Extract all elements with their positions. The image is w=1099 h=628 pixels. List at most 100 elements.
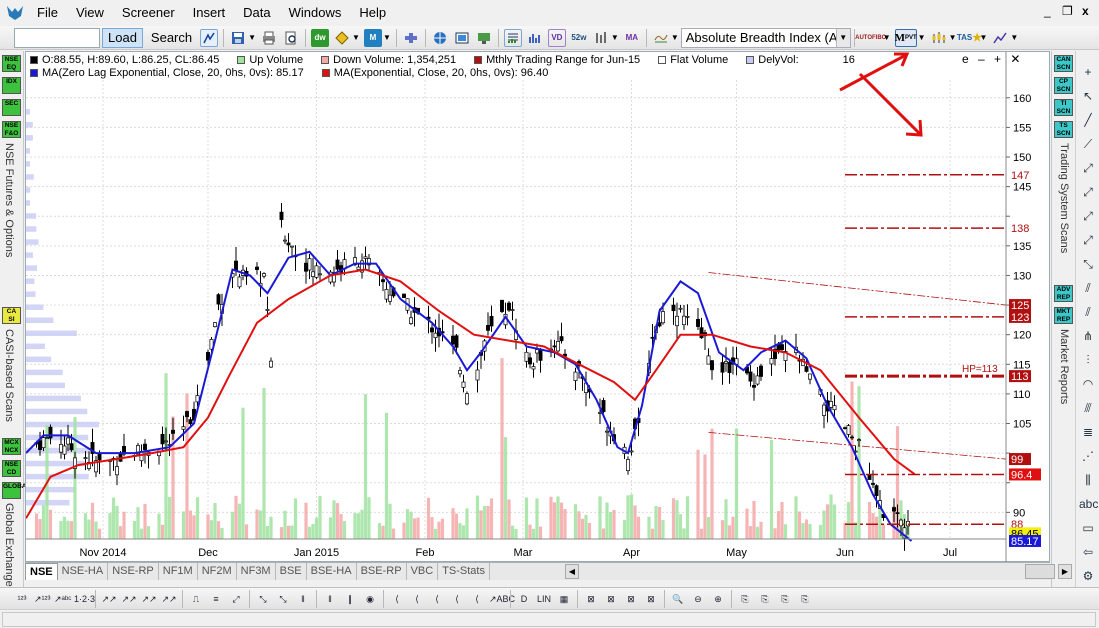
stoploss-line-3-icon[interactable]: ⤢ — [1079, 207, 1097, 225]
overlay-dropdown-icon[interactable]: ▼ — [671, 33, 679, 42]
bottom-tool-icon[interactable]: ⤡ — [275, 591, 291, 607]
menu-data[interactable]: Data — [234, 1, 279, 25]
arc-icon[interactable]: ◠ — [1079, 375, 1097, 393]
bottom-tool-icon[interactable]: ≡ — [208, 591, 224, 607]
casi-scans-label[interactable]: CASI-based Scans — [3, 329, 15, 422]
bottom-tool-icon[interactable]: ⤡ — [255, 591, 271, 607]
can-scn-button[interactable]: CAN SCN — [1054, 55, 1073, 72]
save-dropdown-icon[interactable]: ▼ — [248, 33, 256, 42]
crosshair-icon[interactable]: + — [1079, 63, 1097, 81]
bottom-tool-icon[interactable]: ⊠ — [603, 591, 619, 607]
mkt-rep-button[interactable]: MKT REP — [1054, 307, 1073, 324]
scroll-right-icon[interactable]: ▶ — [1058, 564, 1072, 579]
minimize-button[interactable]: _ — [1044, 4, 1051, 18]
price-chart[interactable]: HP=113 90 105 110 115 120 125 130 135 145 150 155 1… — [25, 52, 1051, 563]
market-watch-dropdown-icon[interactable]: ▼ — [383, 33, 391, 42]
stoploss-line-4-icon[interactable]: ⤢ — [1079, 231, 1097, 249]
scroll-left-icon[interactable]: ◀ — [565, 564, 579, 579]
restore-button[interactable]: ❐ — [1062, 4, 1073, 18]
chart-pane[interactable]: HP=113 90 105 110 115 120 125 130 135 145 150 155 1… — [25, 51, 1051, 563]
bottom-tool-icon[interactable]: ↗↗ — [161, 591, 177, 607]
bottom-tool-icon[interactable]: ⊠ — [643, 591, 659, 607]
symbol-input[interactable] — [14, 27, 100, 48]
bottom-tool-icon[interactable]: ◉ — [362, 591, 378, 607]
fan-lines-icon[interactable]: ⫶ — [1079, 351, 1097, 369]
bottom-tool-icon[interactable]: ¹²³ — [14, 591, 30, 607]
tab-nf1m[interactable]: NF1M — [159, 563, 198, 580]
bottom-tool-icon[interactable]: ⊠ — [623, 591, 639, 607]
bottom-tool-icon[interactable]: ⟨ — [469, 591, 485, 607]
fibonacci-icon[interactable]: ≣ — [1079, 423, 1097, 441]
bottom-tool-icon[interactable]: ‖ — [295, 591, 311, 607]
ma-icon[interactable]: MA — [623, 29, 641, 47]
bottom-tool-icon[interactable]: ▦ — [556, 591, 572, 607]
overlay-icon[interactable] — [652, 29, 670, 47]
idx-button[interactable]: IDX — [2, 77, 21, 94]
candle-pattern-icon[interactable] — [930, 29, 948, 47]
stoploss-line-icon[interactable]: ⤢ — [1079, 159, 1097, 177]
market-watch-icon[interactable]: M — [363, 28, 382, 47]
back-icon[interactable]: ⇦ — [1079, 543, 1097, 561]
menu-windows[interactable]: Windows — [280, 1, 351, 25]
tab-nse-ha[interactable]: NSE-HA — [58, 563, 109, 580]
auto-fibo-icon[interactable]: AUTO FIBO — [855, 29, 886, 47]
bar-chart-icon[interactable] — [592, 29, 610, 47]
global-exchange-label[interactable]: Global Exchange — [3, 503, 15, 587]
menu-insert[interactable]: Insert — [184, 1, 235, 25]
bottom-tool-icon[interactable]: ‖ — [322, 591, 338, 607]
sec-button[interactable]: SEC — [2, 99, 21, 116]
cycle-lines-icon[interactable]: ⫼ — [1079, 471, 1097, 489]
bottom-tool-icon[interactable]: ⎍ — [188, 591, 204, 607]
tab-ts-stats[interactable]: TS-Stats — [438, 563, 490, 580]
bottom-tool-icon[interactable]: ⎘ — [797, 591, 813, 607]
bottom-tool-icon[interactable]: D — [516, 591, 532, 607]
cp-scn-button[interactable]: CP SCN — [1054, 77, 1073, 94]
bottom-tool-icon[interactable]: ↗¹²³ — [34, 591, 51, 607]
ti-scn-button[interactable]: TI SCN — [1054, 99, 1073, 116]
save-icon[interactable] — [229, 29, 247, 47]
load-button[interactable]: Load — [102, 27, 143, 48]
text-tool-icon[interactable]: abc — [1079, 495, 1098, 513]
bottom-tool-icon[interactable]: ⟨ — [389, 591, 405, 607]
data-sync-dropdown-icon[interactable]: ▼ — [352, 33, 360, 42]
vd-icon[interactable]: VD — [547, 28, 566, 47]
bottom-tool-icon[interactable]: ⊕ — [710, 591, 726, 607]
tab-bse-rp[interactable]: BSE-RP — [357, 563, 407, 580]
search-button[interactable]: Search — [145, 28, 198, 48]
bottom-tool-icon[interactable]: ⎘ — [777, 591, 793, 607]
pointer-icon[interactable]: ↖ — [1079, 87, 1097, 105]
speed-lines-icon[interactable]: ⫻ — [1079, 399, 1097, 417]
bottom-tool-icon[interactable]: ↗↗ — [121, 591, 137, 607]
bottom-tool-icon[interactable]: ⟨ — [409, 591, 425, 607]
menu-help[interactable]: Help — [350, 1, 395, 25]
rectangle-icon[interactable]: ▭ — [1079, 519, 1097, 537]
auto-fibo-dropdown-icon[interactable]: ▼ — [883, 33, 891, 42]
bottom-tool-icon[interactable]: ↗ABC — [489, 591, 515, 607]
nse-cd-button[interactable]: NSE CD — [2, 460, 21, 477]
chevron-down-icon[interactable]: ▼ — [835, 28, 850, 47]
bottom-tool-icon[interactable]: ⟨ — [429, 591, 445, 607]
trading-system-scans-label[interactable]: Trading System Scans — [1058, 143, 1070, 253]
bottom-tool-icon[interactable]: ↗ᵃᵇᶜ — [54, 591, 71, 607]
bottom-tool-icon[interactable]: ⎘ — [757, 591, 773, 607]
tab-vbc[interactable]: VBC — [407, 563, 439, 580]
menu-screener[interactable]: Screener — [113, 1, 184, 25]
bottom-tool-icon[interactable]: ⊠ — [583, 591, 599, 607]
hilo-52w-icon[interactable]: 52w — [570, 29, 588, 47]
close-button[interactable]: x — [1082, 4, 1089, 18]
indicator-select[interactable]: Absolute Breadth Index (ABI ▼ — [680, 27, 851, 48]
scanner-icon[interactable] — [453, 29, 471, 47]
scrollbar-thumb[interactable] — [1025, 564, 1055, 579]
print-preview-icon[interactable] — [282, 29, 300, 47]
candle-pattern-dropdown-icon[interactable]: ▼ — [949, 33, 957, 42]
trend-tool-dropdown-icon[interactable]: ▼ — [1010, 33, 1018, 42]
settings-icon[interactable]: ⚙ — [1079, 567, 1097, 585]
bottom-tool-icon[interactable]: 1·2·3 — [74, 591, 95, 607]
nse-eq-button[interactable]: NSE EQ — [2, 55, 21, 72]
tas-star-icon[interactable]: TAS ★ — [957, 29, 982, 47]
gann-fan-icon[interactable]: ⋰ — [1079, 447, 1097, 465]
casi-button[interactable]: CA SI — [2, 307, 21, 324]
tab-nse-rp[interactable]: NSE-RP — [108, 563, 159, 580]
screen-icon[interactable] — [475, 29, 493, 47]
bottom-tool-icon[interactable]: ⊖ — [690, 591, 706, 607]
